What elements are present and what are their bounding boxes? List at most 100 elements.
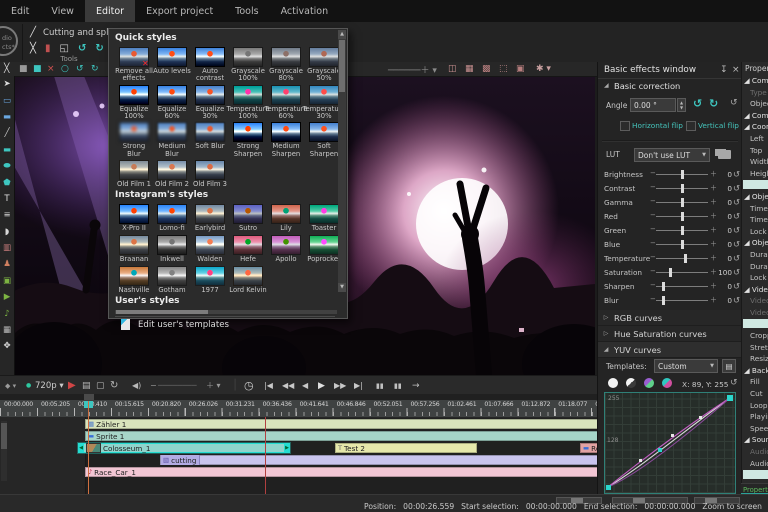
property-row-coordinates[interactable]: ◢ Coordinates — [742, 121, 768, 133]
style-item-old-film-1[interactable]: Old Film 1 — [115, 158, 153, 189]
slider-reset-icon[interactable]: ↺ — [733, 226, 740, 236]
style-item-temperature-100[interactable]: Temperature 100% — [229, 83, 267, 121]
curve-reset-icon[interactable]: ↺ — [730, 378, 738, 388]
slider-handle[interactable] — [669, 268, 672, 277]
style-item-temperature-60[interactable]: Temperature 60% — [267, 83, 305, 121]
edit-user-templates-row[interactable]: Edit user's templates — [115, 316, 335, 333]
resolution-select[interactable]: 720p ▾ — [35, 376, 64, 395]
go-end-button[interactable]: ▶| — [354, 376, 363, 395]
scene-icon[interactable]: ▢ — [96, 376, 105, 395]
property-row-composition[interactable]: ◢ Composition — [742, 110, 768, 122]
u-channel-icon[interactable] — [644, 378, 654, 388]
loop-icon[interactable]: ↻ — [110, 376, 118, 395]
fill-icon[interactable]: ▣ — [516, 62, 525, 76]
property-row-lock[interactable]: Lock — [742, 226, 768, 238]
angle-input[interactable]: 0.00 ° — [630, 98, 676, 112]
property-row-cut[interactable]: Cut — [742, 388, 768, 400]
menu-tab-export-project[interactable]: Export project — [135, 0, 224, 22]
style-item-lord-kelvin[interactable]: Lord Kelvin — [229, 264, 267, 295]
section-yuv-curves[interactable]: ◢YUV curves — [598, 342, 742, 358]
folder-icon[interactable] — [718, 150, 731, 159]
line-tool[interactable]: ╱ — [0, 125, 14, 141]
slider-minus[interactable]: − — [650, 253, 656, 261]
gray-square-icon[interactable]: ■ — [19, 62, 28, 76]
property-row-resize[interactable]: Resize — [742, 353, 768, 365]
style-item-walden[interactable]: Walden — [191, 233, 229, 264]
pattern-icon[interactable]: ▩ — [482, 62, 491, 76]
property-row-audio[interactable]: Audio — [742, 446, 768, 458]
property-row-duration[interactable]: Duration — [742, 261, 768, 273]
delete-icon[interactable]: × — [47, 62, 55, 76]
horizontal-flip-checkbox[interactable] — [620, 121, 630, 131]
trim-handle-right[interactable]: ▶ — [284, 443, 290, 453]
style-item-sutro[interactable]: Sutro — [229, 202, 267, 233]
yuv-curve-editor[interactable]: 255 128 — [604, 392, 736, 494]
opacity-slider[interactable]: ──────＋ ▾ — [388, 62, 437, 76]
menu-tab-activation[interactable]: Activation — [270, 0, 340, 22]
style-item-hefe[interactable]: Hefe — [229, 233, 267, 264]
slider-reset-icon[interactable]: ↺ — [733, 296, 740, 306]
ellipse-tool[interactable]: ⬬ — [0, 158, 14, 174]
property-value-field[interactable] — [743, 319, 768, 328]
slider-reset-icon[interactable]: ↺ — [733, 240, 740, 250]
ellipse-select-icon[interactable]: ○ — [61, 62, 69, 76]
slider-reset-icon[interactable]: ↺ — [733, 184, 740, 194]
volume-minus[interactable]: − — [150, 376, 157, 395]
property-row-video[interactable]: Video — [742, 295, 768, 307]
style-item-earlybird[interactable]: Earlybird — [191, 202, 229, 233]
slider-reset-icon[interactable]: ↺ — [733, 212, 740, 222]
property-row-background[interactable]: ◢ Background — [742, 365, 768, 377]
redo-icon[interactable]: ↻ — [91, 62, 99, 76]
crop-icon[interactable]: ◱ — [60, 43, 69, 54]
property-row-left[interactable]: Left — [742, 133, 768, 145]
pin-icon[interactable]: ↧ — [720, 65, 728, 75]
clip-icon[interactable]: ▤ — [82, 376, 91, 395]
cursor-tool[interactable]: ➤ — [0, 76, 14, 92]
pause-a-button[interactable]: ▮▮ — [376, 376, 384, 395]
style-item-gotham[interactable]: Gotham — [153, 264, 191, 295]
property-value-field[interactable] — [743, 470, 768, 479]
slider-track[interactable] — [656, 258, 708, 259]
playhead-line[interactable] — [88, 401, 89, 494]
style-item-x-pro-ii[interactable]: X-Pro II — [115, 202, 153, 233]
style-item-soft-blur[interactable]: Soft Blur — [191, 120, 229, 158]
next-frame-button[interactable]: ▶▶ — [334, 376, 346, 395]
cut-icon[interactable]: ╳ — [4, 62, 9, 76]
sprite-tool[interactable]: ▭ — [0, 92, 14, 108]
style-item-grayscale-100[interactable]: Grayscale 100% — [229, 45, 267, 83]
slider-minus[interactable]: − — [650, 295, 656, 303]
property-row-time[interactable]: Time — [742, 214, 768, 226]
grid-icon[interactable]: ▦ — [465, 62, 474, 76]
style-item-braanan[interactable]: Braanan — [115, 233, 153, 264]
volume-slider[interactable]: ──────── — [158, 376, 197, 395]
slider-reset-icon[interactable]: ↺ — [733, 282, 740, 292]
goto-button[interactable]: → — [412, 376, 420, 395]
scroll-down-arrow[interactable]: ▼ — [338, 283, 346, 292]
styles-horizontal-scrollbar[interactable] — [115, 310, 337, 314]
slider-handle[interactable] — [681, 240, 684, 249]
slider-minus[interactable]: − — [650, 169, 656, 177]
play-button[interactable]: ▶ — [318, 376, 325, 395]
rotate-ccw-icon[interactable]: ↺ — [693, 97, 702, 110]
undo-icon[interactable]: ↺ — [76, 62, 84, 76]
collapse-triangle-icon[interactable]: ◢ — [598, 346, 614, 353]
style-item-equalize-60[interactable]: Equalize 60% — [153, 83, 191, 121]
track-block-sprite-1[interactable]: ▬Sprite 1 — [85, 431, 637, 441]
basic-correction-header[interactable]: Basic correction — [614, 81, 680, 91]
angle-spinner[interactable]: ▲▼ — [677, 98, 686, 112]
section-rgb-curves[interactable]: ▷RGB curves — [598, 310, 742, 326]
styles-vertical-scrollbar[interactable]: ▲ ▼ — [338, 30, 346, 292]
menu-tab-editor[interactable]: Editor — [85, 0, 135, 22]
counter-tool[interactable]: ▦ — [0, 322, 14, 338]
video-tool[interactable]: ▶ — [0, 289, 14, 305]
pause-b-button[interactable]: ▮▮ — [394, 376, 402, 395]
slider-minus[interactable]: − — [650, 239, 656, 247]
slider-track[interactable] — [656, 272, 708, 273]
property-value-field[interactable] — [743, 180, 768, 189]
property-row-top[interactable]: Top — [742, 145, 768, 157]
property-row-loop[interactable]: Loop — [742, 400, 768, 412]
style-item-strong-sharpen[interactable]: Strong Sharpen — [229, 120, 267, 158]
clock-icon[interactable]: ◷ — [244, 376, 254, 395]
rectangle-tool[interactable]: ▬ — [0, 142, 14, 158]
property-row-height[interactable]: Height — [742, 168, 768, 180]
